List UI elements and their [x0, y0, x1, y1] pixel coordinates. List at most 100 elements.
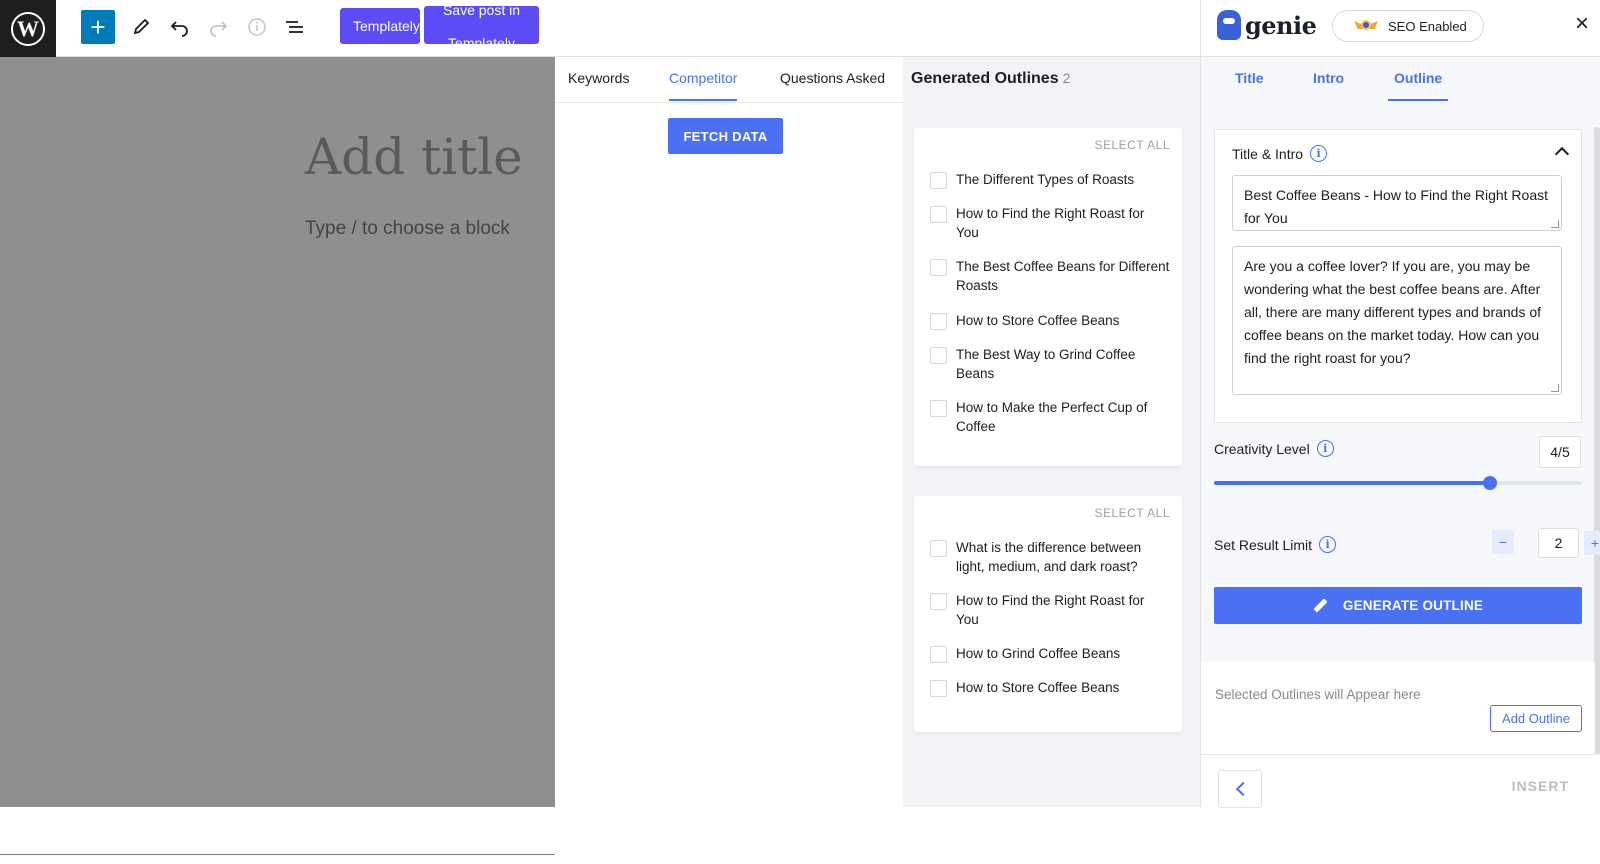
outline-item-label: The Best Way to Grind Coffee Beans — [956, 347, 1136, 381]
block-placeholder[interactable]: Type / to choose a block — [305, 218, 510, 240]
result-limit-input[interactable]: 2 — [1538, 528, 1579, 558]
add-block-button[interactable]: + — [81, 10, 115, 44]
increment-button[interactable]: + — [1584, 531, 1600, 555]
outline-item-label: The Different Types of Roasts — [956, 172, 1135, 187]
redo-icon[interactable] — [201, 10, 235, 44]
outline-item[interactable]: How to Make the Perfect Cup of Coffee — [930, 398, 1170, 436]
generated-outlines-title: Generated Outlines 2 — [911, 70, 1070, 88]
outline-item-label: What is the difference between light, me… — [956, 540, 1142, 574]
keywords-tabs: Keywords Competitor Questions Asked — [555, 57, 903, 103]
wordpress-logo-icon: W — [11, 11, 45, 46]
save-templately-label: Save post in Templately — [442, 6, 521, 44]
selected-outlines-hint: Selected Outlines will Appear here — [1215, 687, 1421, 702]
list-view-icon[interactable] — [278, 10, 312, 44]
close-icon[interactable]: × — [1575, 12, 1589, 36]
outline-item[interactable]: How to Store Coffee Beans — [930, 311, 1170, 330]
scrollbar[interactable] — [1594, 127, 1600, 755]
templately-button[interactable]: Templately — [340, 8, 420, 44]
editor-footer — [0, 854, 555, 864]
outline-checkbox[interactable] — [930, 680, 947, 697]
outline-item-label: How to Find the Right Roast for You — [956, 206, 1145, 240]
result-limit-label: Set Result Limit i — [1214, 536, 1337, 553]
insert-button[interactable]: INSERT — [1512, 778, 1569, 794]
outline-checkbox[interactable] — [930, 206, 947, 223]
title-placeholder[interactable]: Add title — [305, 128, 523, 186]
undo-icon[interactable] — [163, 10, 197, 44]
info-icon[interactable]: i — [1310, 145, 1328, 162]
outline-checkbox[interactable] — [930, 259, 947, 276]
outline-item-label: How to Make the Perfect Cup of Coffee — [956, 400, 1148, 434]
wordpress-logo-button[interactable]: W — [0, 0, 56, 57]
outline-item[interactable]: How to Find the Right Roast for You — [930, 204, 1170, 242]
outline-item-label: How to Store Coffee Beans — [956, 680, 1120, 695]
pencil-icon — [1313, 599, 1327, 613]
generate-outline-label: GENERATE OUTLINE — [1342, 598, 1484, 613]
generated-outlines-count: 2 — [1062, 70, 1071, 86]
outline-checkbox[interactable] — [930, 593, 947, 610]
chevron-up-icon[interactable] — [1554, 146, 1570, 162]
creativity-slider-fill — [1214, 481, 1490, 485]
outline-item[interactable]: The Best Way to Grind Coffee Beans — [930, 345, 1170, 383]
templately-label: Templately — [353, 18, 420, 34]
result-limit-text: Set Result Limit — [1214, 536, 1313, 553]
title-intro-header[interactable]: Title & Intro i — [1232, 145, 1328, 162]
seo-badge-icon — [1354, 19, 1378, 33]
tab-competitor[interactable]: Competitor — [669, 70, 738, 101]
genie-tabs: Title Intro Outline — [1201, 57, 1600, 103]
back-button[interactable] — [1218, 770, 1262, 808]
keywords-panel: Keywords Competitor Questions Asked FETC… — [555, 57, 903, 807]
outline-item[interactable]: How to Store Coffee Beans — [930, 678, 1170, 697]
outline-checkbox[interactable] — [930, 400, 947, 417]
creativity-level-text: Creativity Level — [1214, 440, 1310, 457]
outline-checkbox[interactable] — [930, 172, 947, 189]
fetch-data-button[interactable]: FETCH DATA — [668, 118, 783, 154]
outline-item[interactable]: How to Find the Right Roast for You — [930, 591, 1170, 629]
title-intro-card: Title & Intro i Best Coffee Beans - How … — [1214, 129, 1582, 423]
creativity-value: 4/5 — [1539, 436, 1581, 468]
outline-checkbox[interactable] — [930, 347, 947, 364]
creativity-slider-thumb[interactable] — [1483, 476, 1497, 490]
outline-item-label: How to Store Coffee Beans — [956, 313, 1120, 328]
outline-item-label: How to Grind Coffee Beans — [956, 646, 1121, 661]
add-outline-button[interactable]: Add Outline — [1490, 705, 1582, 732]
select-all-button[interactable]: SELECT ALL — [1095, 506, 1171, 520]
generate-outline-button[interactable]: GENERATE OUTLINE — [1214, 587, 1582, 624]
outline-item[interactable]: The Different Types of Roasts — [930, 170, 1170, 189]
generated-outlines-panel: Generated Outlines 2 SELECT ALL The Diffe… — [903, 57, 1200, 807]
select-all-button[interactable]: SELECT ALL — [1095, 138, 1171, 152]
intro-textarea[interactable]: Are you a coffee lover? If you are, you … — [1232, 246, 1562, 395]
chevron-left-icon — [1235, 781, 1250, 797]
genie-logo-text: genie — [1245, 10, 1317, 40]
tab-intro[interactable]: Intro — [1313, 70, 1344, 99]
title-intro-label: Title & Intro — [1232, 145, 1304, 162]
seo-enabled-label: SEO Enabled — [1388, 18, 1467, 34]
info-icon[interactable]: i — [1316, 440, 1334, 457]
genie-logo: genie — [1217, 10, 1317, 40]
tab-outline[interactable]: Outline — [1388, 70, 1449, 101]
editor-toolbar: W + Templately Save post in Templately — [0, 0, 1200, 57]
edit-pencil-icon[interactable] — [124, 10, 158, 44]
tab-questions-asked[interactable]: Questions Asked — [780, 70, 885, 99]
info-icon[interactable]: i — [1319, 536, 1337, 553]
outline-card: SELECT ALL The Different Types of Roasts… — [914, 128, 1182, 466]
genie-mascot-icon — [1217, 10, 1241, 40]
outline-checkbox[interactable] — [930, 646, 947, 663]
genie-header: genie SEO Enabled × — [1201, 0, 1600, 57]
creativity-slider[interactable] — [1214, 476, 1582, 490]
seo-enabled-badge[interactable]: SEO Enabled — [1332, 10, 1484, 42]
save-templately-button[interactable]: Save post in Templately — [424, 6, 539, 44]
outline-item[interactable]: What is the difference between light, me… — [930, 538, 1170, 576]
outline-item-label: The Best Coffee Beans for Different Roas… — [956, 259, 1170, 293]
title-textarea[interactable]: Best Coffee Beans - How to Find the Righ… — [1232, 175, 1562, 231]
tab-keywords[interactable]: Keywords — [568, 70, 629, 99]
outline-checkbox[interactable] — [930, 540, 947, 557]
outline-item[interactable]: The Best Coffee Beans for Different Roas… — [930, 257, 1170, 295]
decrement-button[interactable]: − — [1492, 530, 1514, 554]
outline-item[interactable]: How to Grind Coffee Beans — [930, 644, 1170, 663]
genie-panel: genie SEO Enabled × Title Intro Outline … — [1200, 0, 1600, 808]
info-icon[interactable] — [240, 10, 274, 44]
tab-title[interactable]: Title — [1235, 70, 1264, 99]
generated-outlines-heading: Generated Outlines — [911, 70, 1059, 87]
creativity-level-label: Creativity Level i — [1214, 440, 1334, 457]
outline-checkbox[interactable] — [930, 313, 947, 330]
